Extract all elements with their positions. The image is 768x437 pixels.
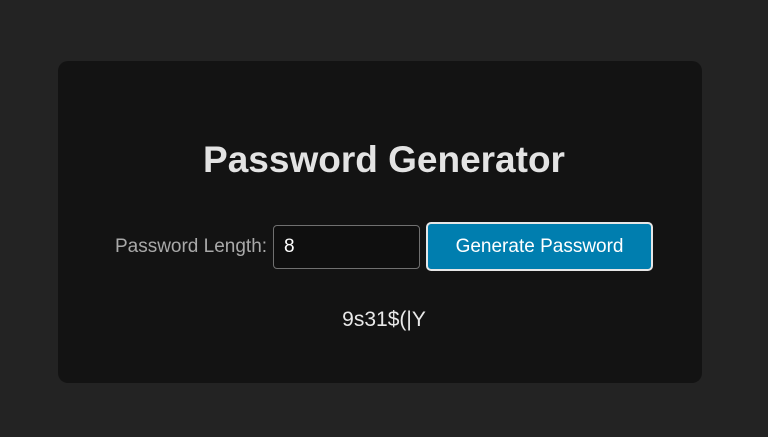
length-controls: Password Length: Generate Password	[0, 222, 768, 271]
generated-password: 9s31$(|Y	[342, 308, 426, 331]
password-length-input[interactable]	[273, 224, 421, 269]
page-title: Password Generator	[203, 139, 565, 180]
generate-password-button[interactable]: Generate Password	[426, 222, 654, 271]
password-length-label: Password Length:	[114, 235, 268, 257]
